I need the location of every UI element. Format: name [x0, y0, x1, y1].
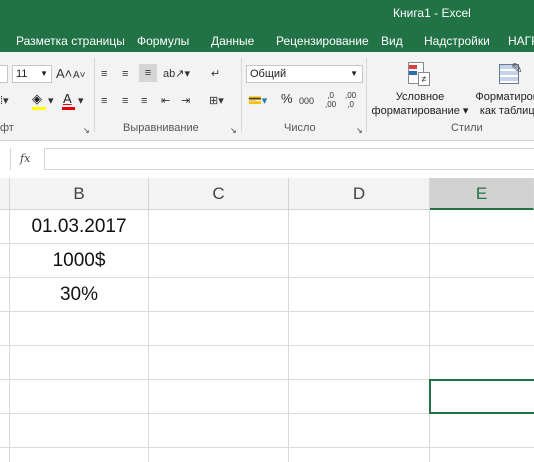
- column-header-e[interactable]: E: [430, 178, 534, 210]
- font-size-box[interactable]: 11 ▼: [12, 65, 52, 83]
- grid-line: [0, 311, 534, 312]
- tab-page-layout[interactable]: Разметка страницы: [16, 34, 125, 48]
- thousands-button[interactable]: 000: [299, 94, 314, 108]
- function-icon[interactable]: fx: [20, 152, 30, 165]
- conditional-formatting-line2: форматирование ▾: [371, 105, 469, 117]
- font-group-label: фт: [0, 122, 14, 134]
- currency-icon[interactable]: 💳▾: [248, 94, 267, 108]
- window-title: Книга1 - Excel: [393, 6, 471, 20]
- format-as-table-line2: как таблицу: [479, 105, 534, 117]
- format-as-table-icon[interactable]: ✎: [497, 60, 523, 86]
- active-cell-selection[interactable]: [429, 379, 534, 414]
- chevron-down-icon: ▼: [40, 69, 48, 78]
- formula-bar: fx: [0, 141, 534, 178]
- fill-color-icon[interactable]: ◈: [32, 92, 42, 106]
- group-separator: [241, 58, 242, 132]
- cell-b2[interactable]: 1000$: [10, 250, 148, 272]
- align-middle-icon[interactable]: ≡: [122, 67, 128, 81]
- borders-icon[interactable]: ⁞▾: [0, 94, 9, 108]
- chevron-down-icon[interactable]: ▾: [78, 94, 84, 108]
- grid-line: [9, 210, 10, 462]
- chevron-down-icon: ▼: [350, 69, 358, 78]
- formula-input[interactable]: [44, 148, 534, 170]
- align-bottom-icon[interactable]: ≡: [139, 64, 157, 82]
- grid-line: [148, 210, 149, 462]
- align-right-icon[interactable]: ≡: [141, 94, 147, 108]
- row-header-corner[interactable]: [0, 178, 10, 210]
- decrease-indent-icon[interactable]: ⇤: [161, 94, 170, 108]
- conditional-formatting-button[interactable]: Условное форматирование ▾: [370, 90, 470, 118]
- grid-line: [288, 210, 289, 462]
- format-as-table-button[interactable]: Форматирова как таблицу: [470, 90, 534, 118]
- format-as-table-line1: Форматирова: [475, 91, 534, 103]
- grid-line: [0, 345, 534, 346]
- increase-decimal-button[interactable]: ,0 ,00: [325, 91, 336, 109]
- group-separator: [94, 58, 95, 132]
- font-name-box[interactable]: [0, 65, 8, 83]
- tab-addins[interactable]: Надстройки: [424, 34, 490, 48]
- percent-button[interactable]: %: [281, 92, 293, 106]
- grid-line: [429, 210, 430, 462]
- ribbon: 11 ▼ A˄ A˅ ⁞▾ ◈ ▾ A ▾ фт ↘ ≡ ≡ ≡ ab↗▾ ↵ ≡…: [0, 52, 534, 141]
- title-bar: Книга1 - Excel: [0, 0, 534, 28]
- column-header-c[interactable]: C: [149, 178, 289, 210]
- decrease-decimal-button[interactable]: ,00 ,0: [345, 91, 356, 109]
- alignment-group-label: Выравнивание: [123, 122, 199, 134]
- font-color-bar: [62, 107, 75, 110]
- name-box[interactable]: [0, 148, 11, 170]
- fill-color-bar: [32, 107, 46, 110]
- cell-b3[interactable]: 30%: [10, 284, 148, 306]
- increase-font-icon[interactable]: A˄: [56, 67, 72, 81]
- tab-data[interactable]: Данные: [211, 34, 254, 48]
- align-left-icon[interactable]: ≡: [101, 94, 107, 108]
- group-separator: [366, 58, 367, 132]
- font-color-icon[interactable]: A: [63, 92, 72, 106]
- number-format-select[interactable]: Общий ▼: [246, 65, 363, 83]
- conditional-formatting-line1: Условное: [395, 91, 445, 103]
- styles-group-label: Стили: [451, 122, 483, 134]
- dialog-launcher-icon[interactable]: ↘: [83, 124, 90, 138]
- tab-formulas[interactable]: Формулы: [137, 34, 189, 48]
- worksheet-grid: B C D E 01.03.2017 1000$ 30%: [0, 178, 534, 462]
- align-top-icon[interactable]: ≡: [101, 67, 107, 81]
- dialog-launcher-icon[interactable]: ↘: [356, 124, 363, 138]
- grid-line: [0, 243, 534, 244]
- increase-indent-icon[interactable]: ⇥: [181, 94, 190, 108]
- font-size-value: 11: [16, 68, 28, 80]
- number-format-value: Общий: [250, 68, 287, 80]
- tab-review[interactable]: Рецензирование: [276, 34, 369, 48]
- decrease-font-icon[interactable]: A˅: [73, 69, 86, 83]
- merge-center-icon[interactable]: ⊞▾: [209, 94, 224, 108]
- grid-line: [0, 447, 534, 448]
- ribbon-tabs: Разметка страницы Формулы Данные Рецензи…: [0, 28, 534, 52]
- orientation-icon[interactable]: ab↗▾: [163, 67, 190, 81]
- wrap-text-icon[interactable]: ↵: [211, 67, 220, 81]
- grid-line: [0, 277, 534, 278]
- dialog-launcher-icon[interactable]: ↘: [230, 124, 237, 138]
- column-header-b[interactable]: B: [10, 178, 149, 210]
- number-group-label: Число: [284, 122, 316, 134]
- chevron-down-icon[interactable]: ▾: [48, 94, 54, 108]
- align-center-icon[interactable]: ≡: [122, 94, 128, 108]
- tab-load[interactable]: НАГР: [508, 34, 534, 48]
- cell-b1[interactable]: 01.03.2017: [10, 216, 148, 238]
- conditional-formatting-icon[interactable]: ≠: [406, 60, 430, 86]
- column-header-d[interactable]: D: [289, 178, 430, 210]
- tab-view[interactable]: Вид: [381, 34, 403, 48]
